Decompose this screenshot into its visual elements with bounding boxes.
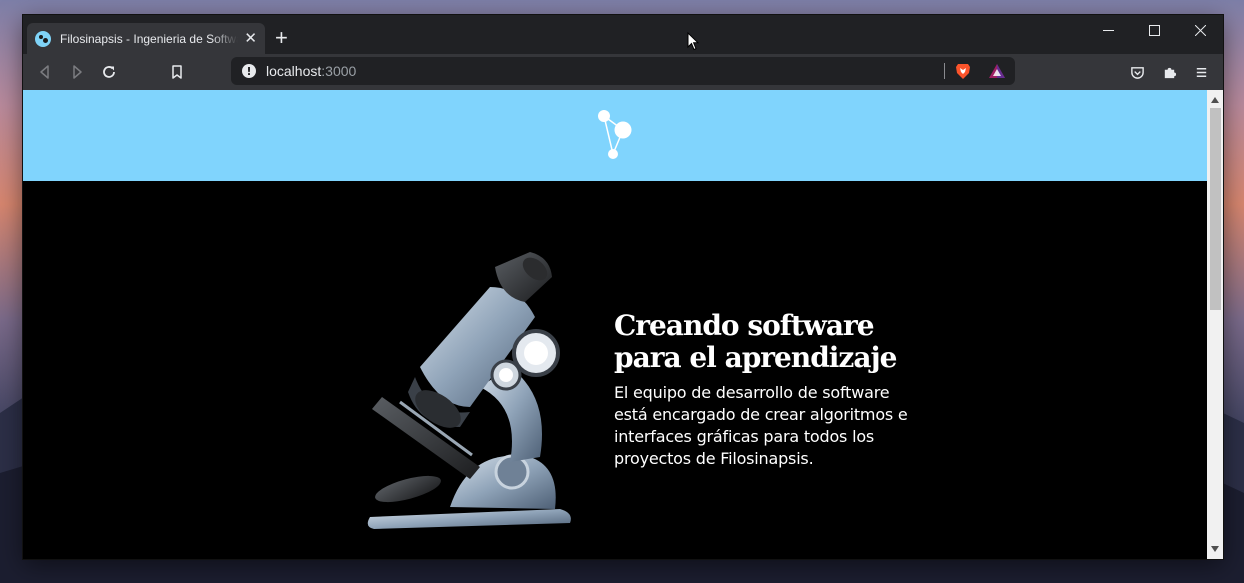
brave-shield-icon[interactable]: [955, 63, 971, 80]
reload-button[interactable]: [93, 56, 125, 88]
tab-active[interactable]: Filosinapsis - Ingenieria de Software ✕: [27, 23, 265, 54]
close-window-button[interactable]: [1177, 15, 1223, 45]
pocket-icon: [1130, 66, 1144, 79]
address-bar[interactable]: ! localhost:3000: [231, 57, 1015, 85]
extensions-button[interactable]: [1153, 56, 1185, 88]
browser-window: Filosinapsis - Ingenieria de Software ✕ …: [23, 15, 1223, 559]
hero-title: Creando software para el aprendizaje: [614, 310, 914, 374]
title-bar: Filosinapsis - Ingenieria de Software ✕ …: [23, 15, 1223, 54]
filosinapsis-logo-icon[interactable]: [591, 104, 635, 164]
brave-rewards-icon[interactable]: [988, 63, 1006, 79]
maximize-button[interactable]: [1131, 15, 1177, 45]
mouse-cursor-icon: [687, 32, 699, 51]
hero-text: Creando software para el aprendizaje El …: [614, 310, 914, 470]
site-header: [23, 90, 1207, 181]
back-button[interactable]: [29, 56, 61, 88]
new-tab-button[interactable]: +: [275, 27, 288, 49]
close-icon: [1194, 24, 1206, 36]
forward-arrow-icon: [73, 65, 82, 79]
url-host: localhost: [266, 63, 322, 79]
vertical-scrollbar[interactable]: [1207, 90, 1223, 559]
site-info-icon[interactable]: !: [242, 64, 256, 78]
url-port: :3000: [321, 63, 357, 79]
minimize-icon: [1102, 29, 1114, 31]
minimize-button[interactable]: [1085, 15, 1131, 45]
window-controls: [1085, 15, 1223, 45]
page-viewport: Creando software para el aprendizaje El …: [23, 90, 1223, 559]
microscope-illustration: [367, 252, 571, 529]
back-arrow-icon: [40, 65, 49, 79]
hero-title-line2: para el aprendizaje: [614, 341, 897, 374]
scroll-down-arrow-icon[interactable]: [1207, 541, 1223, 557]
scroll-thumb[interactable]: [1210, 108, 1221, 310]
menu-button[interactable]: [1185, 56, 1217, 88]
hero-description: El equipo de desarrollo de software está…: [614, 383, 908, 468]
tab-title: Filosinapsis - Ingenieria de Software: [60, 31, 239, 46]
scroll-up-arrow-icon[interactable]: [1207, 92, 1223, 108]
url-text[interactable]: localhost:3000: [266, 63, 356, 79]
tab-close-icon[interactable]: ✕: [244, 31, 257, 46]
hamburger-menu-icon: [1196, 67, 1206, 77]
toolbar-right-icons: [1121, 56, 1217, 88]
puzzle-icon: [1164, 67, 1176, 78]
pocket-button[interactable]: [1121, 56, 1153, 88]
maximize-icon: [1148, 24, 1160, 36]
web-page: Creando software para el aprendizaje El …: [23, 90, 1207, 559]
navigation-toolbar: ! localhost:3000: [23, 54, 1223, 90]
hero-section: Creando software para el aprendizaje El …: [23, 181, 1207, 559]
forward-button[interactable]: [61, 56, 93, 88]
hero-title-line1: Creando software: [614, 309, 875, 342]
reload-icon: [103, 66, 115, 78]
url-separator: [944, 63, 945, 79]
bookmark-button[interactable]: [161, 56, 193, 88]
bookmark-icon: [172, 65, 182, 79]
filosinapsis-favicon-icon: [35, 30, 51, 47]
